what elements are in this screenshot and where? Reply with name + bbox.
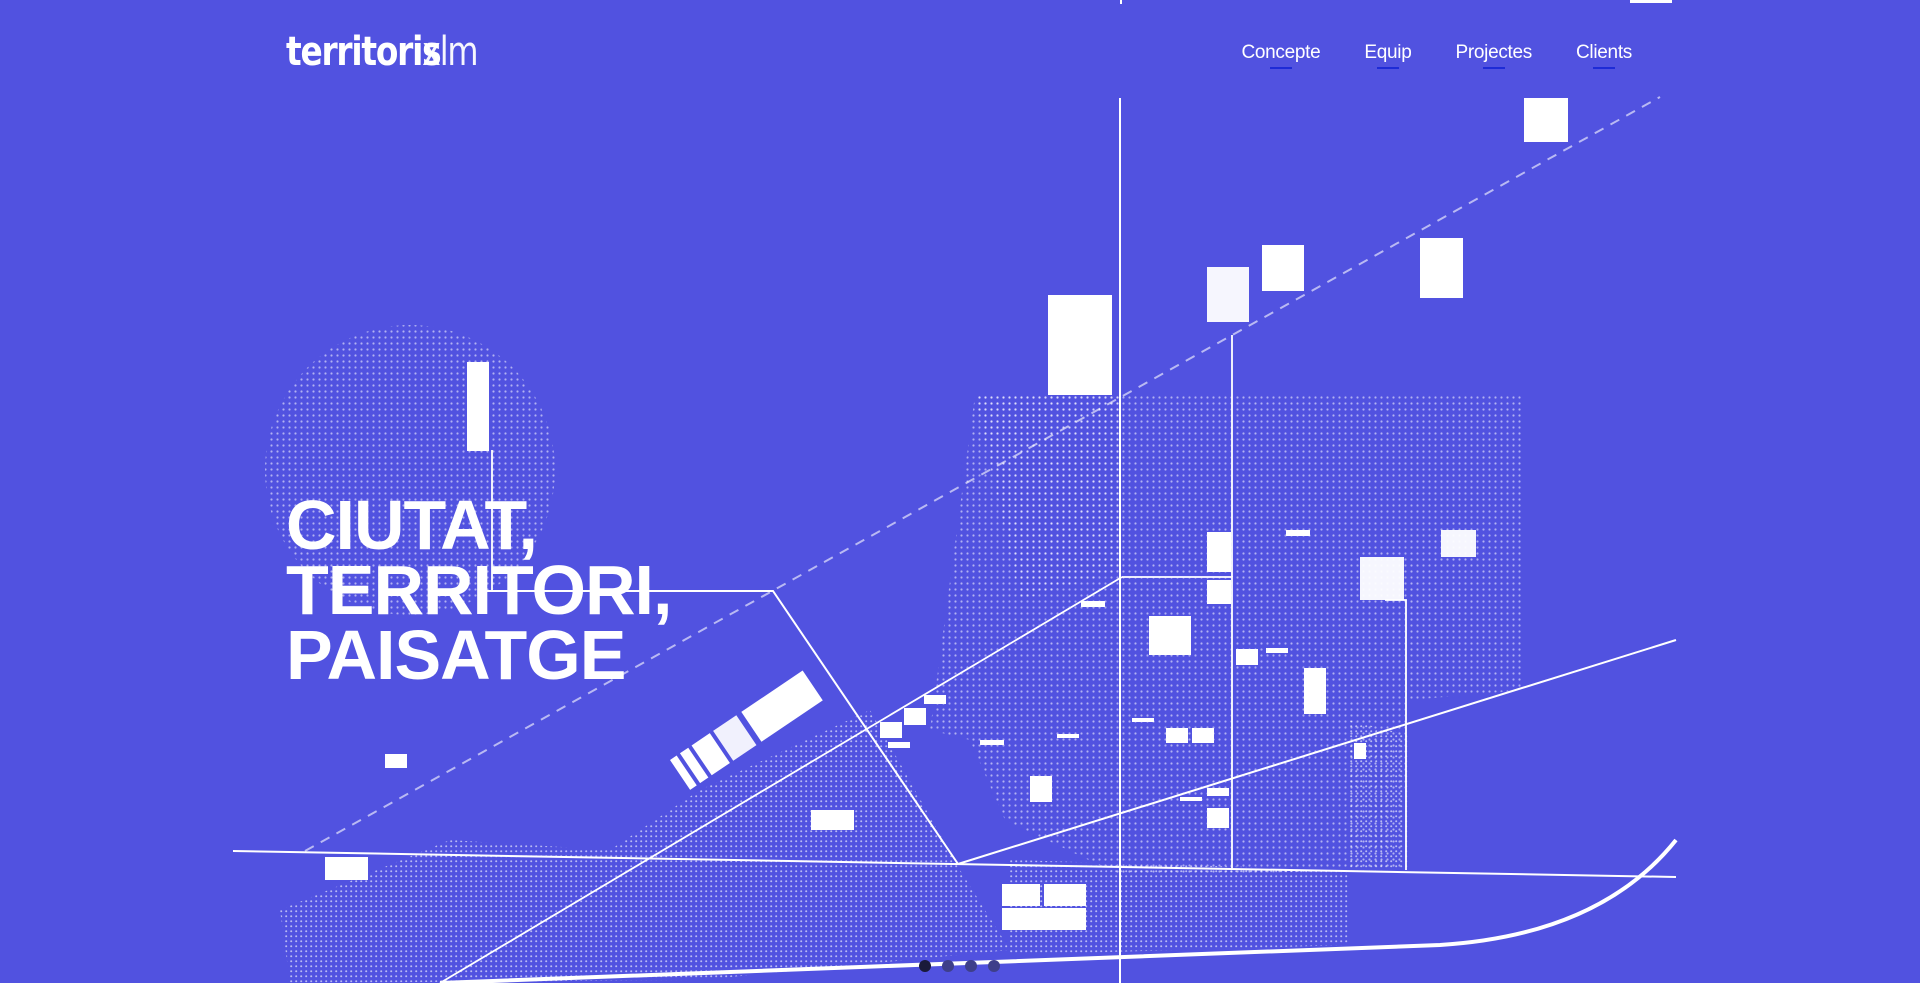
dotted-region-bottom-mid [1010, 860, 1350, 955]
carousel-dot-2[interactable] [942, 960, 954, 972]
block [1207, 788, 1229, 796]
block [741, 670, 823, 742]
hero-line-3: PAISATGE [286, 616, 626, 694]
logo-light: xlm [422, 29, 479, 75]
block [1002, 908, 1086, 930]
brand-logo[interactable]: territoris xlm [286, 28, 479, 76]
dotted-region-bottom-left [280, 710, 1010, 983]
block [888, 742, 910, 748]
block [1180, 797, 1202, 801]
block [467, 362, 489, 451]
nav-item-equip[interactable]: Equip [1364, 42, 1411, 64]
block [1081, 601, 1105, 607]
block [904, 708, 926, 725]
block [1354, 743, 1366, 759]
carousel-dot-1[interactable] [919, 960, 931, 972]
block [1149, 616, 1191, 655]
block [1002, 884, 1040, 906]
hero-line-1: CIUTAT, [286, 486, 538, 564]
nav-item-clients[interactable]: Clients [1576, 42, 1632, 64]
block [980, 740, 1004, 745]
block [1030, 776, 1052, 802]
carousel-dot-4[interactable] [988, 960, 1000, 972]
block [1132, 718, 1154, 722]
hero-line-2: TERRITORI, [286, 551, 672, 629]
block [1048, 295, 1112, 395]
logo-bold: territoris [286, 29, 442, 75]
block [1044, 884, 1086, 906]
block [1266, 648, 1288, 653]
block [1207, 808, 1229, 828]
nav-item-projectes[interactable]: Projectes [1456, 42, 1533, 64]
hero-title: CIUTAT, TERRITORI, PAISATGE [286, 486, 672, 694]
block [924, 695, 946, 704]
block [385, 754, 407, 768]
block [1207, 580, 1231, 604]
block [811, 810, 854, 830]
nav-item-concepte[interactable]: Concepte [1241, 42, 1320, 64]
block [1236, 649, 1258, 665]
block [1192, 728, 1214, 743]
block [1262, 245, 1304, 291]
block [1207, 267, 1249, 322]
block [1286, 530, 1310, 536]
main-nav: Concepte Equip Projectes Clients [1241, 42, 1632, 64]
block [1304, 668, 1326, 714]
carousel-dot-3[interactable] [965, 960, 977, 972]
block [1057, 734, 1079, 738]
dotted-region-right-strip [1348, 720, 1408, 870]
block [1207, 532, 1231, 572]
block [1420, 238, 1463, 298]
block [325, 857, 368, 880]
block [1360, 557, 1404, 600]
block [1441, 530, 1476, 557]
block [880, 722, 902, 738]
block [1166, 728, 1188, 743]
carousel-dots [919, 960, 1000, 972]
block [1524, 98, 1568, 142]
